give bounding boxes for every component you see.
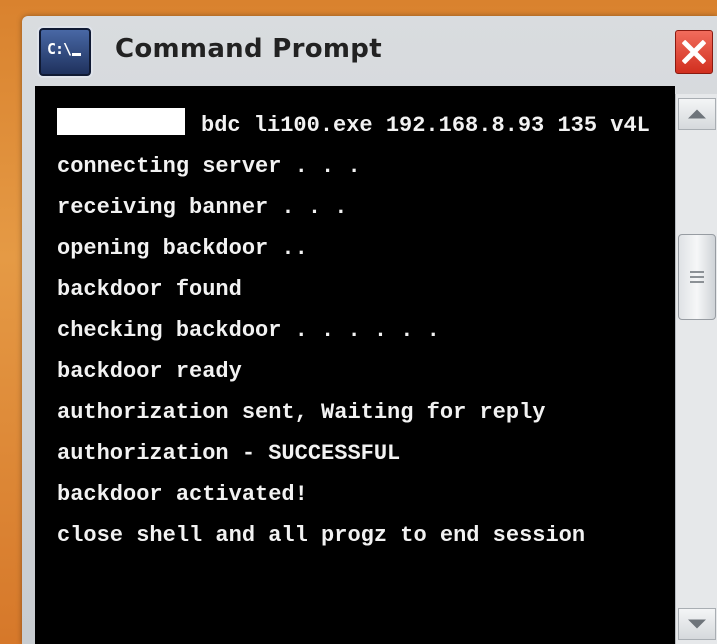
console-line: bdc li100.exe 192.168.8.93 135 v4L (57, 108, 667, 142)
console-line: authorization - SUCCESSFUL (57, 441, 401, 466)
close-button[interactable] (675, 30, 713, 74)
console-line: backdoor ready (57, 359, 242, 384)
scroll-thumb[interactable] (678, 234, 716, 320)
console-line: authorization sent, Waiting for reply (57, 400, 546, 425)
console-lines: bdc li100.exe 192.168.8.93 135 v4L conne… (57, 108, 667, 561)
window-title: Command Prompt (115, 34, 382, 64)
arrow-down-icon (688, 619, 706, 629)
console-line-text: bdc li100.exe 192.168.8.93 135 v4L (201, 113, 650, 138)
title-bar[interactable]: C:\ Command Prompt (22, 16, 717, 86)
console-line: connecting server . . . (57, 154, 361, 179)
console-line: receiving banner . . . (57, 195, 348, 220)
console-output[interactable]: bdc li100.exe 192.168.8.93 135 v4L conne… (35, 86, 675, 644)
command-prompt-window: C:\ Command Prompt bdc li100.exe 192.168… (22, 16, 717, 644)
console-line: checking backdoor . . . . . . (57, 318, 440, 343)
grip-icon (690, 268, 704, 286)
arrow-up-icon (688, 109, 706, 119)
console-line: backdoor activated! (57, 482, 308, 507)
cmd-icon-glyph: C:\ (47, 40, 72, 58)
console-line: opening backdoor .. (57, 236, 308, 261)
console-line: backdoor found (57, 277, 242, 302)
redacted-block (57, 108, 185, 135)
cmd-icon: C:\ (37, 26, 93, 78)
scroll-up-button[interactable] (678, 98, 716, 130)
cursor-glyph (72, 53, 82, 56)
console-line: close shell and all progz to end session (57, 523, 586, 548)
scroll-down-button[interactable] (678, 608, 716, 640)
vertical-scrollbar[interactable] (675, 94, 717, 644)
